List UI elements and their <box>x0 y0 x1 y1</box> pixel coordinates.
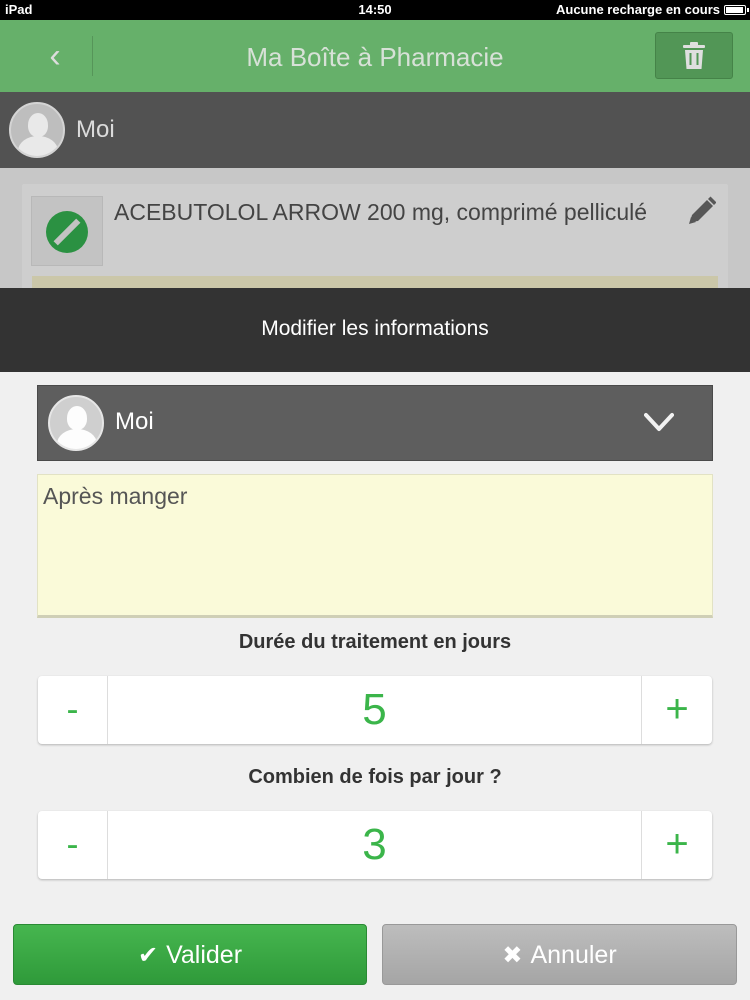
battery-icon <box>724 5 749 15</box>
user-select[interactable]: Moi <box>37 385 713 461</box>
charging-status: Aucune recharge en cours <box>556 2 720 17</box>
duration-increment-button[interactable]: + <box>641 676 712 744</box>
cancel-label: Annuler <box>530 941 617 969</box>
avatar <box>48 395 104 451</box>
edit-modal: Modifier les informations Moi Après mang… <box>0 288 750 1000</box>
frequency-label: Combien de fois par jour ? <box>248 766 502 788</box>
close-icon: ✖ <box>502 942 523 969</box>
frequency-value[interactable]: 3 <box>109 811 640 879</box>
note-input[interactable]: Après manger <box>37 474 713 618</box>
frequency-increment-button[interactable]: + <box>641 811 712 879</box>
frequency-decrement-button[interactable]: - <box>38 811 108 879</box>
duration-value[interactable]: 5 <box>109 676 640 744</box>
modal-header: Modifier les informations <box>0 288 750 372</box>
chevron-down-icon <box>644 413 674 431</box>
cancel-button[interactable]: ✖ Annuler <box>382 924 737 985</box>
frequency-stepper: - 3 + <box>38 811 712 879</box>
validate-button[interactable]: ✔ Valider <box>13 924 367 985</box>
modal-title: Modifier les informations <box>261 317 489 340</box>
validate-label: Valider <box>166 941 243 969</box>
user-select-value: Moi <box>115 408 154 435</box>
check-icon: ✔ <box>137 942 159 969</box>
status-bar: iPad 14:50 Aucune recharge en cours <box>0 0 750 20</box>
duration-stepper: - 5 + <box>38 676 712 744</box>
duration-decrement-button[interactable]: - <box>38 676 108 744</box>
duration-label: Durée du traitement en jours <box>238 631 512 653</box>
